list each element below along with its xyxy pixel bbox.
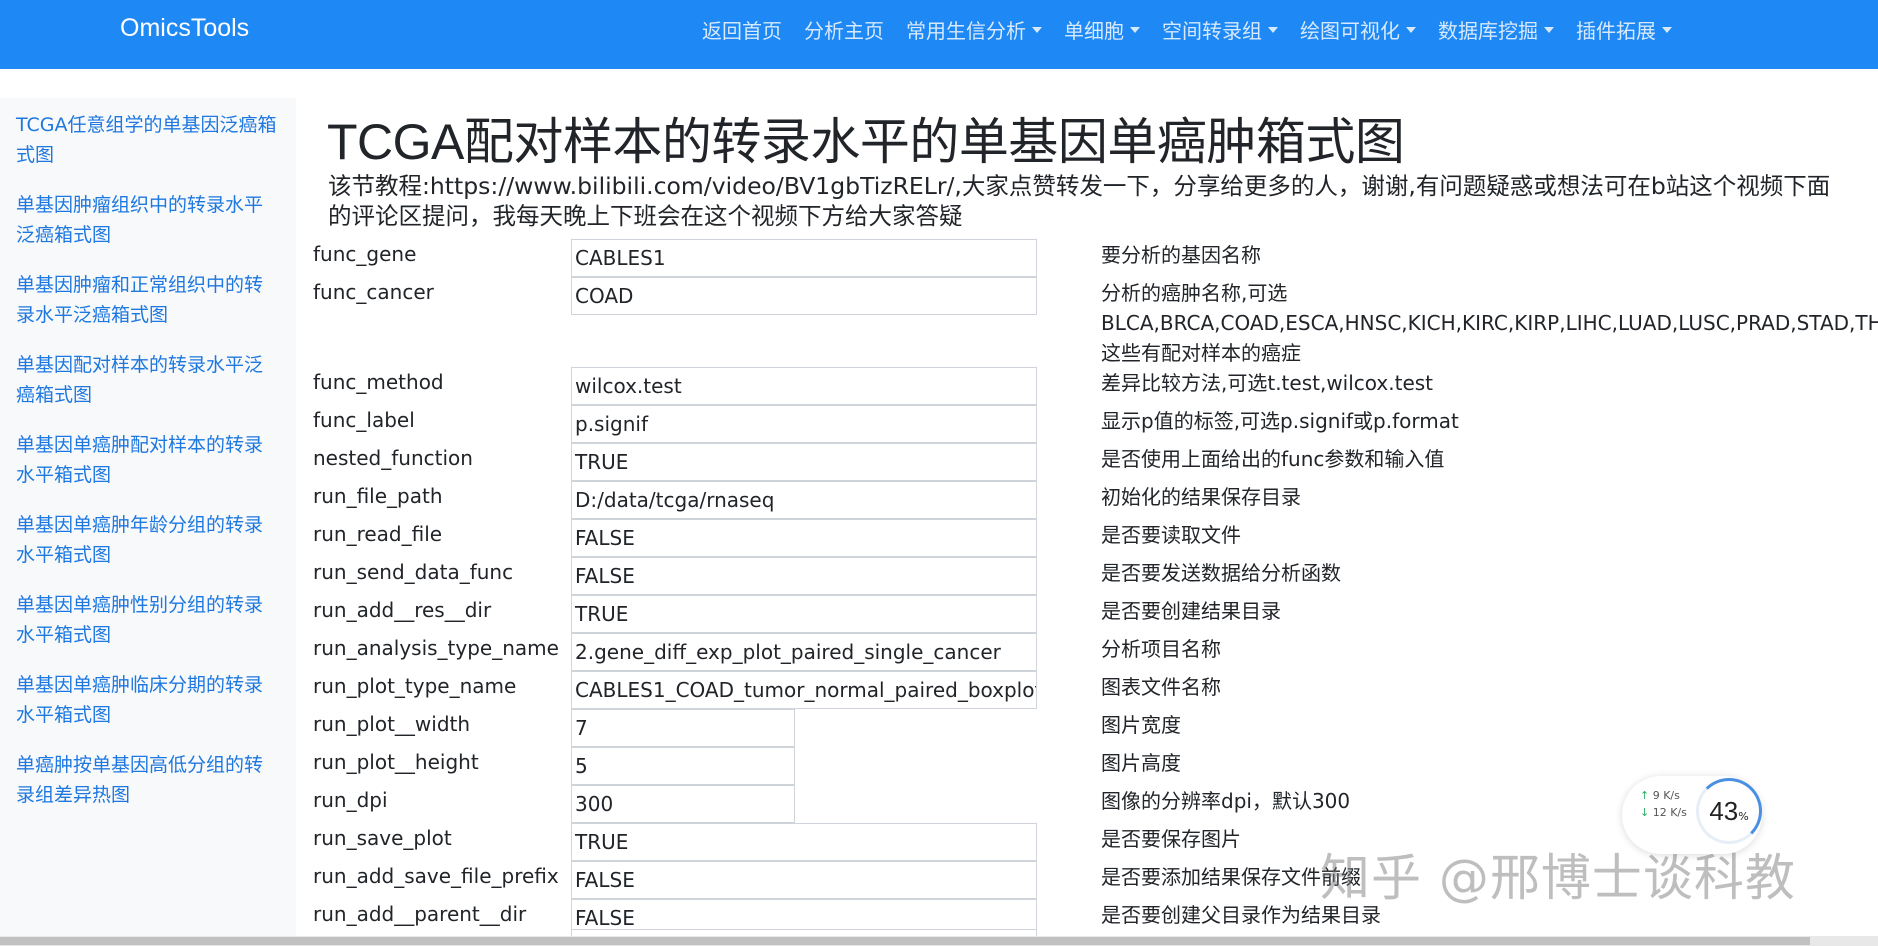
- param-desc: 图片宽度: [1101, 713, 1181, 737]
- caret-down-icon: [1544, 27, 1554, 33]
- horizontal-scrollbar[interactable]: [0, 936, 1878, 946]
- nav-item-single-cell[interactable]: 单细胞: [1064, 14, 1140, 44]
- param-label: run_add__parent__dir: [313, 902, 527, 926]
- memory-usage-ring: 43%: [1696, 778, 1762, 844]
- param-desc: 这些有配对样本的癌症: [1101, 341, 1301, 365]
- param-input-run-plot-height[interactable]: 5: [571, 747, 795, 785]
- nav-item-home[interactable]: 返回首页: [702, 14, 782, 44]
- caret-down-icon: [1406, 27, 1416, 33]
- param-input-func-gene[interactable]: CABLES1: [571, 239, 1037, 277]
- sidebar-item-tumor-normal[interactable]: 单基因肿瘤和正常组织中的转录水平泛癌箱式图: [16, 270, 278, 330]
- param-desc: 图片高度: [1101, 751, 1181, 775]
- param-input-run-add-save-file-prefix[interactable]: FALSE: [571, 861, 1037, 899]
- nav-item-label: 常用生信分析: [906, 18, 1026, 43]
- param-label: run_dpi: [313, 788, 388, 812]
- nav-menu: 返回首页 分析主页 常用生信分析 单细胞 空间转录组 绘图可视化 数据库挖掘 插…: [702, 14, 1694, 44]
- param-label: func_label: [313, 408, 415, 432]
- nav-item-database[interactable]: 数据库挖掘: [1438, 14, 1554, 44]
- param-input-run-read-file[interactable]: FALSE: [571, 519, 1037, 557]
- param-label: run_read_file: [313, 522, 443, 546]
- param-desc: 是否使用上面给出的func参数和输入值: [1101, 447, 1445, 471]
- param-desc: 图像的分辨率dpi，默认300: [1101, 789, 1351, 813]
- param-desc: 分析的癌肿名称,可选: [1101, 281, 1288, 305]
- param-input-run-plot-type-name[interactable]: CABLES1_COAD_tumor_normal_paired_boxplot: [571, 671, 1037, 709]
- param-desc: 是否要发送数据给分析函数: [1101, 561, 1341, 585]
- param-label: func_method: [313, 370, 444, 394]
- param-input-run-plot-width[interactable]: 7: [571, 709, 795, 747]
- param-input-run-analysis-type-name[interactable]: 2.gene_diff_exp_plot_paired_single_cance…: [571, 633, 1037, 671]
- nav-item-label: 返回首页: [702, 18, 782, 43]
- nav-item-common-bioinfo[interactable]: 常用生信分析: [906, 14, 1042, 44]
- param-label: run_analysis_type_name: [313, 636, 559, 660]
- param-input-run-add-res-dir[interactable]: TRUE: [571, 595, 1037, 633]
- param-input-func-method[interactable]: wilcox.test: [571, 367, 1037, 405]
- nav-item-plot-vis[interactable]: 绘图可视化: [1300, 14, 1416, 44]
- upload-speed: ↑ 9 K/s: [1640, 789, 1680, 802]
- sidebar-item-paired-pan-cancer[interactable]: 单基因配对样本的转录水平泛癌箱式图: [16, 350, 278, 410]
- param-input-run-file-path[interactable]: D:/data/tcga/rnaseq: [571, 481, 1037, 519]
- sidebar-item-heatmap[interactable]: 单癌肿按单基因高低分组的转录组差异热图: [16, 750, 278, 810]
- nav-item-label: 插件拓展: [1576, 18, 1656, 43]
- param-input-run-send-data-func[interactable]: FALSE: [571, 557, 1037, 595]
- param-label: run_send_data_func: [313, 560, 514, 584]
- param-label: run_plot__height: [313, 750, 479, 774]
- caret-down-icon: [1032, 27, 1042, 33]
- param-label: run_plot__width: [313, 712, 471, 736]
- sidebar-item-clinical-stage[interactable]: 单基因单癌肿临床分期的转录水平箱式图: [16, 670, 278, 730]
- param-label: run_add_save_file_prefix: [313, 864, 559, 888]
- nav-item-label: 分析主页: [804, 18, 884, 43]
- param-input-run-dpi[interactable]: 300: [571, 785, 795, 823]
- download-speed-value: 12 K/s: [1652, 806, 1687, 819]
- memory-percent: 43: [1709, 795, 1739, 826]
- scrollbar-thumb[interactable]: [0, 937, 1810, 945]
- nav-item-label: 绘图可视化: [1300, 18, 1400, 43]
- sidebar-item-gender-group[interactable]: 单基因单癌肿性别分组的转录水平箱式图: [16, 590, 278, 650]
- param-desc: 显示p值的标签,可选p.signif或p.format: [1101, 409, 1459, 433]
- param-input-func-cancer[interactable]: COAD: [571, 277, 1037, 315]
- nav-item-label: 数据库挖掘: [1438, 18, 1538, 43]
- caret-down-icon: [1130, 27, 1140, 33]
- param-desc: 是否要保存图片: [1101, 827, 1241, 851]
- sidebar-item-age-group[interactable]: 单基因单癌肿年龄分组的转录水平箱式图: [16, 510, 278, 570]
- param-label: run_add__res__dir: [313, 598, 492, 622]
- arrow-up-icon: ↑: [1640, 789, 1650, 802]
- param-label: func_cancer: [313, 280, 434, 304]
- upload-speed-value: 9 K/s: [1652, 789, 1680, 802]
- param-desc: 差异比较方法,可选t.test,wilcox.test: [1101, 371, 1434, 395]
- network-speed-widget[interactable]: ↑ 9 K/s ↓ 12 K/s 43%: [1622, 776, 1762, 854]
- param-label: func_gene: [313, 242, 417, 266]
- arrow-down-icon: ↓: [1640, 806, 1650, 819]
- param-input-func-label[interactable]: p.signif: [571, 405, 1037, 443]
- param-label: run_file_path: [313, 484, 443, 508]
- param-label: run_save_plot: [313, 826, 452, 850]
- param-label: nested_function: [313, 446, 473, 470]
- caret-down-icon: [1268, 27, 1278, 33]
- param-desc: 是否要创建结果目录: [1101, 599, 1281, 623]
- param-desc: 分析项目名称: [1101, 637, 1221, 661]
- page-title: TCGA配对样本的转录水平的单基因单癌肿箱式图: [327, 114, 1405, 170]
- nav-item-analysis-home[interactable]: 分析主页: [804, 14, 884, 44]
- param-desc: 是否要读取文件: [1101, 523, 1241, 547]
- sidebar-item-paired-single-cancer[interactable]: 单基因单癌肿配对样本的转录水平箱式图: [16, 430, 278, 490]
- caret-down-icon: [1662, 27, 1672, 33]
- param-desc: 图表文件名称: [1101, 675, 1221, 699]
- intro-text: 该节教程:https://www.bilibili.com/video/BV1g…: [328, 172, 1831, 230]
- param-input-nested-function[interactable]: TRUE: [571, 443, 1037, 481]
- download-speed: ↓ 12 K/s: [1640, 806, 1687, 819]
- nav-item-label: 空间转录组: [1162, 18, 1262, 43]
- nav-item-plugins[interactable]: 插件拓展: [1576, 14, 1672, 44]
- param-desc: 初始化的结果保存目录: [1101, 485, 1301, 509]
- top-navbar: OmicsTools 返回首页 分析主页 常用生信分析 单细胞 空间转录组 绘图…: [0, 0, 1878, 69]
- param-desc: BLCA,BRCA,COAD,ESCA,HNSC,KICH,KIRC,KIRP,…: [1101, 311, 1878, 335]
- sidebar-item-tcga-any-omics[interactable]: TCGA任意组学的单基因泛癌箱式图: [16, 110, 278, 170]
- param-input-run-save-plot[interactable]: TRUE: [571, 823, 1037, 861]
- sidebar: TCGA任意组学的单基因泛癌箱式图 单基因肿瘤组织中的转录水平泛癌箱式图 单基因…: [0, 98, 296, 938]
- sidebar-item-tumor-tissue[interactable]: 单基因肿瘤组织中的转录水平泛癌箱式图: [16, 190, 278, 250]
- percent-sign: %: [1738, 809, 1749, 823]
- nav-item-spatial[interactable]: 空间转录组: [1162, 14, 1278, 44]
- param-desc: 要分析的基因名称: [1101, 243, 1261, 267]
- brand-logo[interactable]: OmicsTools: [120, 14, 249, 43]
- param-label: run_plot_type_name: [313, 674, 517, 698]
- nav-item-label: 单细胞: [1064, 18, 1124, 43]
